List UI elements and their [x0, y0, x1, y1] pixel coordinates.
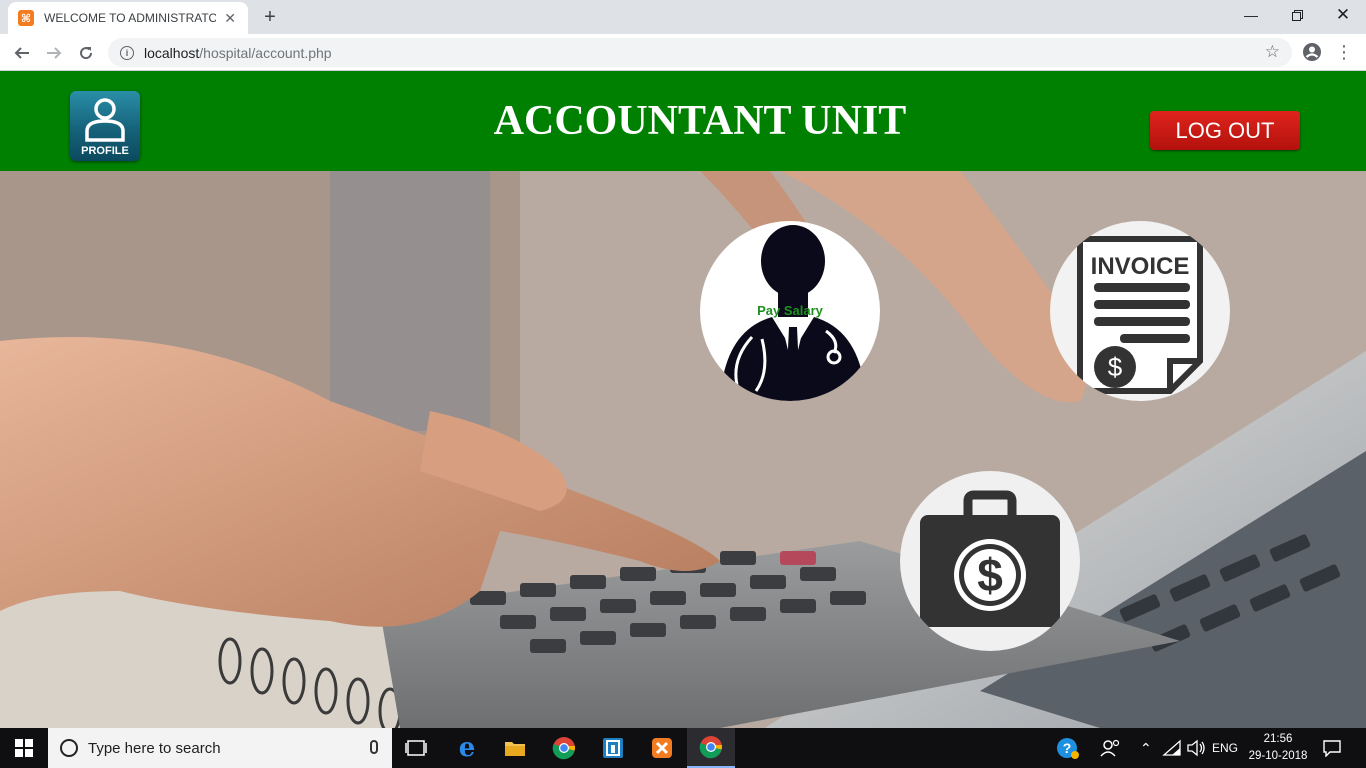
chrome-icon — [699, 736, 723, 759]
show-hidden-icons-button[interactable]: ⌃ — [1140, 728, 1152, 768]
page-title: ACCOUNTANT UNIT — [493, 98, 907, 144]
svg-text:?: ? — [1063, 740, 1072, 756]
task-view-button[interactable] — [392, 728, 440, 768]
minimize-button[interactable]: — — [1228, 0, 1274, 30]
tab-close-icon[interactable]: ✕ — [222, 10, 238, 27]
speaker-icon — [1187, 739, 1205, 757]
chrome-active-taskbar-button[interactable] — [687, 728, 735, 768]
invoice-label: INVOICE — [1091, 253, 1190, 280]
clock-date: 29-10-2018 — [1248, 750, 1308, 762]
forward-button[interactable] — [40, 39, 68, 67]
people-icon — [1100, 739, 1120, 757]
url-text[interactable]: localhost/hospital/account.php — [144, 45, 332, 61]
money-briefcase-icon: $ — [920, 490, 1060, 627]
address-bar[interactable]: i localhost/hospital/account.php ☆ — [108, 38, 1292, 67]
file-explorer-taskbar-button[interactable] — [491, 728, 539, 768]
windows-taskbar: Type here to search e ? ⌃ ENG 21:56 29-1… — [0, 728, 1366, 768]
browser-toolbar: i localhost/hospital/account.php ☆ ⋮ — [0, 34, 1366, 71]
browser-menu-button[interactable]: ⋮ — [1334, 40, 1354, 64]
edge-icon: e — [458, 733, 476, 763]
invoice-icon: $ INVOICE — [1077, 236, 1203, 394]
taskbar-search-box[interactable]: Type here to search — [48, 728, 392, 768]
briefcase-dollar-symbol: $ — [977, 549, 1003, 601]
app-taskbar-button[interactable] — [589, 728, 637, 768]
restore-button[interactable] — [1274, 0, 1320, 30]
page-content: PROFILE ACCOUNTANT UNIT LOG OUT Pay Sala… — [0, 71, 1366, 728]
help-icon: ? — [1057, 738, 1079, 759]
people-tray-button[interactable] — [1100, 728, 1120, 768]
back-arrow-icon — [14, 47, 29, 59]
reload-button[interactable] — [72, 39, 100, 67]
hero-background: Pay Salary $ INVOICE $ — [0, 171, 1366, 728]
forward-arrow-icon — [47, 47, 62, 59]
search-placeholder: Type here to search — [88, 739, 221, 757]
browser-tab[interactable]: ⌘ WELCOME TO ADMINISTRATOR U ✕ — [8, 2, 248, 34]
account-icon — [1303, 43, 1321, 61]
network-tray-button[interactable] — [1162, 728, 1182, 768]
pay-salary-label: Pay Salary — [757, 303, 823, 318]
reload-icon — [80, 47, 93, 60]
tab-title: WELCOME TO ADMINISTRATOR U — [44, 11, 217, 25]
profile-button[interactable]: PROFILE — [70, 91, 140, 161]
page-header: PROFILE ACCOUNTANT UNIT LOG OUT — [0, 71, 1366, 171]
xampp-icon — [652, 738, 672, 758]
folder-icon — [505, 742, 525, 756]
profile-label: PROFILE — [81, 145, 129, 157]
accounts-tile[interactable]: $ — [900, 471, 1080, 651]
clock-time: 21:56 — [1263, 733, 1293, 745]
close-window-button[interactable]: ✕ — [1320, 0, 1366, 30]
pay-salary-tile[interactable]: Pay Salary — [700, 221, 880, 401]
logout-button[interactable]: LOG OUT — [1150, 111, 1300, 150]
bookmark-star-icon[interactable]: ☆ — [1265, 42, 1280, 62]
wifi-icon — [1162, 739, 1181, 756]
microphone-icon[interactable] — [370, 740, 378, 754]
account-button[interactable] — [1300, 40, 1324, 64]
browser-tabstrip: ⌘ WELCOME TO ADMINISTRATOR U ✕ + — ✕ — [0, 0, 1366, 34]
system-clock[interactable]: 21:56 29-10-2018 — [1246, 731, 1310, 765]
restore-icon — [1291, 9, 1303, 21]
task-view-icon — [405, 740, 427, 756]
back-button[interactable] — [8, 39, 36, 67]
user-icon — [85, 98, 125, 142]
xampp-favicon-icon: ⌘ — [18, 10, 34, 26]
start-button[interactable] — [0, 728, 48, 768]
invoice-dollar-symbol: $ — [1108, 352, 1123, 382]
xampp-taskbar-button[interactable] — [638, 728, 686, 768]
volume-tray-button[interactable] — [1186, 728, 1206, 768]
chrome-taskbar-button[interactable] — [540, 728, 588, 768]
site-info-icon[interactable]: i — [120, 45, 134, 60]
language-indicator[interactable]: ENG — [1212, 728, 1238, 768]
windows-logo-icon — [15, 739, 33, 757]
app-window-icon — [603, 738, 623, 758]
invoice-tile[interactable]: $ INVOICE — [1050, 221, 1230, 401]
chevron-up-icon: ⌃ — [1140, 739, 1152, 756]
chrome-icon — [552, 737, 576, 760]
action-center-button[interactable] — [1322, 728, 1342, 768]
new-tab-button[interactable]: + — [258, 5, 282, 29]
notification-icon — [1323, 740, 1341, 757]
help-tray-button[interactable]: ? — [1056, 728, 1080, 768]
cortana-icon — [60, 739, 78, 757]
edge-taskbar-button[interactable]: e — [443, 728, 491, 768]
